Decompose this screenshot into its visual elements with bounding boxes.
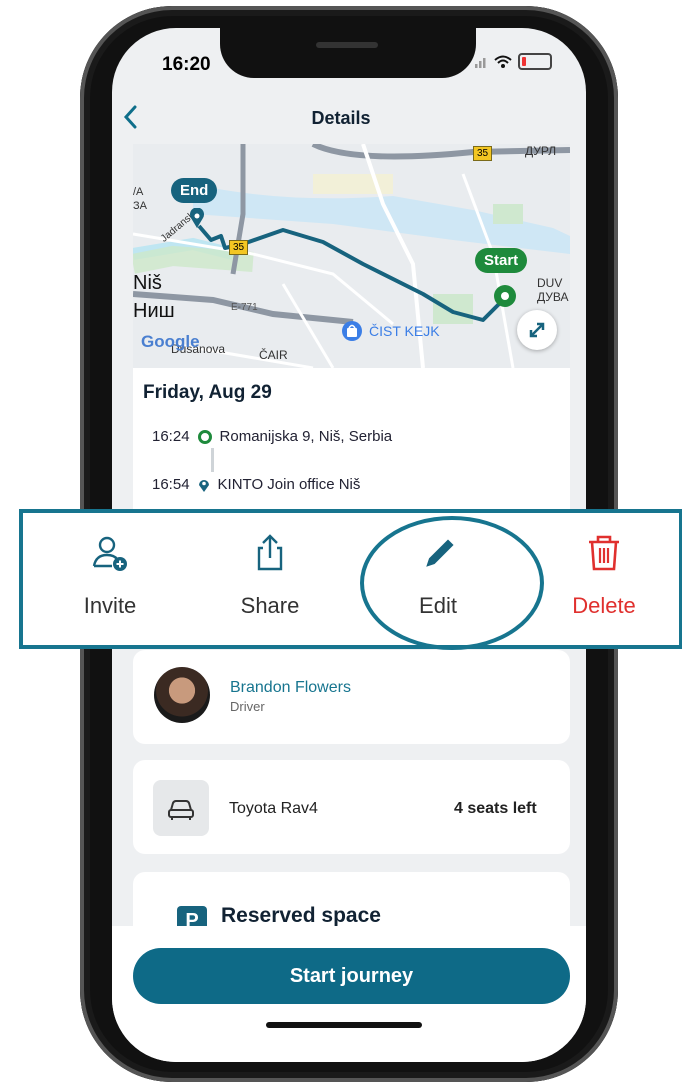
invite-button[interactable]: Invite [35, 513, 185, 653]
seats-left: 4 seats left [454, 800, 537, 817]
start-point-icon [494, 285, 516, 307]
map-place-za: ЗА [133, 200, 147, 212]
parking-title: Reserved space [221, 904, 381, 927]
car-thumbnail [153, 780, 209, 836]
trash-icon [589, 535, 619, 571]
share-icon [257, 534, 283, 571]
start-time: 16:24 [152, 428, 190, 445]
expand-icon [529, 322, 545, 338]
map-place-a: /A [133, 186, 144, 198]
invite-label: Invite [83, 593, 137, 618]
driver-role: Driver [230, 699, 265, 714]
car-icon [168, 800, 194, 820]
expand-map-button[interactable] [517, 310, 557, 350]
status-icons [474, 53, 552, 70]
map-place-nis-latin: Niš [133, 272, 162, 294]
start-journey-button[interactable]: Start journey [133, 948, 570, 1004]
poi-label: ČIST KEJK [369, 323, 440, 339]
poi-cist-kejk[interactable]: ČIST KEJK [341, 320, 440, 342]
end-label: End [171, 178, 218, 203]
map-place-cair: ČAIR [259, 348, 288, 362]
road-badge-35-mid: 35 [229, 240, 249, 255]
end-marker[interactable]: End [171, 178, 218, 228]
start-address: Romanijska 9, Niš, Serbia [219, 428, 393, 445]
signal-icon [475, 57, 486, 68]
wifi-icon [494, 55, 512, 68]
home-indicator[interactable] [266, 1022, 422, 1028]
add-user-icon [92, 536, 127, 571]
battery-icon [518, 53, 552, 70]
shopping-bag-icon [342, 321, 362, 341]
status-time: 16:20 [162, 54, 211, 75]
notch [220, 26, 476, 78]
road-badge-35-top: 35 [473, 146, 493, 161]
driver-name[interactable]: Brandon Flowers [230, 679, 351, 697]
avatar [154, 667, 210, 723]
share-button[interactable]: Share [195, 513, 345, 653]
vehicle-model: Toyota Rav4 [229, 800, 318, 817]
page-title: Details [311, 108, 371, 128]
trip-end-row: 16:54 KINTO Join office Niš [152, 476, 360, 493]
end-time: 16:54 [152, 476, 190, 493]
google-attribution: Google [141, 332, 200, 351]
map-place-duv: DUV [537, 276, 563, 290]
end-address: KINTO Join office Niš [217, 476, 361, 493]
action-bar: Invite Share Edit Delete [19, 509, 682, 649]
map-place-duva: ДУВА [537, 290, 569, 304]
start-dot-icon [197, 429, 212, 444]
delete-button[interactable]: Delete [529, 513, 679, 653]
highlight-circle [360, 516, 544, 650]
share-label: Share [240, 593, 300, 618]
start-marker[interactable]: Start [475, 248, 528, 307]
trip-start-row: 16:24 Romanijska 9, Niš, Serbia [152, 428, 392, 445]
map-pin-icon [190, 208, 204, 228]
map-place-durl: ДУРЛ [525, 144, 557, 158]
delete-label: Delete [572, 593, 636, 618]
route-map[interactable]: ДУРЛ 35 /A ЗА Jadranska 35 Niš Ниш E-771… [133, 144, 570, 368]
location-pin-icon [198, 479, 209, 492]
route-connector [211, 448, 214, 472]
start-label: Start [475, 248, 528, 273]
trip-date: Friday, Aug 29 [143, 382, 272, 403]
road-label-e771: E-771 [231, 302, 258, 313]
map-place-nis-cyr: Ниш [133, 300, 175, 322]
